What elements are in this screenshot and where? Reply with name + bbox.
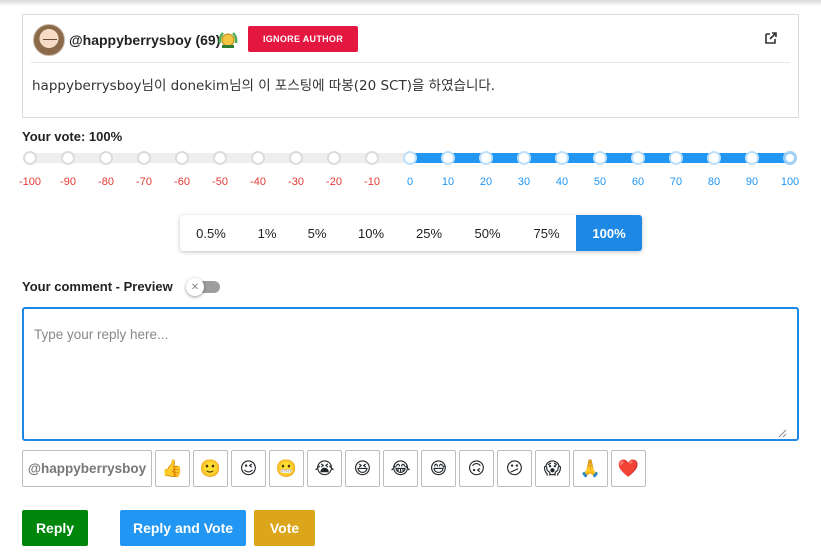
author-name[interactable]: @happyberrysboy [69,32,192,48]
grimace-emoji-icon[interactable]: 😬 [269,450,304,487]
post-card: @happyberrysboy (69) IGNORE AUTHOR happy… [22,14,799,118]
author-line[interactable]: @happyberrysboy (69) [69,32,220,48]
mention-author-button[interactable]: @happyberrysboy [22,450,152,487]
slider-step-dot[interactable] [593,151,607,165]
percent-option-button[interactable]: 75% [517,215,576,251]
slider-step-dot[interactable] [669,151,683,165]
slider-step-dot[interactable] [707,151,721,165]
slider-step-dot[interactable] [137,151,151,165]
slider-tick-label: -80 [98,176,114,188]
slider-tick-label: 50 [593,176,607,188]
laurel-badge-icon [218,32,238,48]
heart-emoji-icon[interactable]: ❤️ [611,450,646,487]
slider-step-dot[interactable] [365,151,379,165]
slider-tick-label: 100 [780,176,800,188]
slider-tick-label: -50 [212,176,228,188]
sweat-smile-emoji-icon[interactable]: 😅 [421,450,456,487]
percent-option-button[interactable]: 0.5% [180,215,242,251]
reply-and-vote-button[interactable]: Reply and Vote [120,510,246,546]
slider-tick-label: -100 [18,176,42,188]
slider-tick-label: 30 [517,176,531,188]
slider-tick-label: 10 [441,176,455,188]
slider-tick-label: 0 [406,176,414,188]
emoji-bar: @happyberrysboy 👍 🙂 😉 😬 😭 😆 😂 😅 🙃 😕 😱 🙏 ❤️ [22,450,646,487]
pray-emoji-icon[interactable]: 🙏 [573,450,608,487]
vote-label: Your vote: 100% [22,129,123,144]
joy-emoji-icon[interactable]: 😂 [383,450,418,487]
slider-tick-label: 40 [555,176,569,188]
slider-tick-label: 80 [707,176,721,188]
slider-step-dot[interactable] [517,151,531,165]
external-link-icon[interactable] [764,31,778,45]
reply-textarea[interactable] [22,307,799,441]
post-body: happyberrysboy님이 donekim님의 이 포스팅에 따봉(20 … [32,78,496,94]
confused-emoji-icon[interactable]: 😕 [497,450,532,487]
slider-step-dot[interactable] [403,151,417,165]
slider-tick-label: -40 [250,176,266,188]
wink-emoji-icon[interactable]: 😉 [231,450,266,487]
slider-tick-label: -10 [364,176,380,188]
percent-button-group: 0.5% 1% 5% 10% 25% 50% 75% 100% [180,215,642,251]
thumbs-up-emoji-icon[interactable]: 👍 [155,450,190,487]
slider-step-dot[interactable] [479,151,493,165]
slider-tick-label: 90 [745,176,759,188]
slider-tick-label: -90 [60,176,76,188]
vote-button[interactable]: Vote [254,510,315,546]
slider-step-dot[interactable] [631,151,645,165]
slider-ticks: -100 -90 -80 -70 -60 -50 -40 -30 -20 -10 0 10 20 30 40… [18,176,800,190]
slider-step-dot[interactable] [99,151,113,165]
ignore-author-button[interactable]: IGNORE AUTHOR [248,26,358,52]
reply-button[interactable]: Reply [22,510,88,546]
slider-step-dot[interactable] [175,151,189,165]
post-header: @happyberrysboy (69) IGNORE AUTHOR [31,23,790,63]
preview-toggle[interactable]: ✕ [186,278,220,296]
slider-tick-label: 70 [669,176,683,188]
slider-tick-label: -60 [174,176,190,188]
slider-tick-label: -20 [326,176,342,188]
percent-option-button[interactable]: 1% [242,215,292,251]
percent-option-button[interactable]: 10% [342,215,400,251]
toggle-knob: ✕ [186,278,204,296]
slider-step-dot[interactable] [23,151,37,165]
slider-tick-label: -70 [136,176,152,188]
percent-option-button[interactable]: 25% [400,215,458,251]
slight-smile-emoji-icon[interactable]: 🙂 [193,450,228,487]
vote-slider[interactable] [22,148,800,168]
user-avatar[interactable] [33,24,65,56]
slider-step-dot[interactable] [555,151,569,165]
upside-down-emoji-icon[interactable]: 🙃 [459,450,494,487]
slider-step-dot[interactable] [289,151,303,165]
slider-step-dot[interactable] [327,151,341,165]
squint-laugh-emoji-icon[interactable]: 😆 [345,450,380,487]
percent-option-button[interactable]: 100% [576,215,642,251]
top-shadow [0,0,821,6]
percent-option-button[interactable]: 5% [292,215,342,251]
slider-tick-label: 60 [631,176,645,188]
slider-tick-label: 20 [479,176,493,188]
percent-option-button[interactable]: 50% [458,215,517,251]
crying-emoji-icon[interactable]: 😭 [307,450,342,487]
scream-emoji-icon[interactable]: 😱 [535,450,570,487]
slider-step-dot[interactable] [441,151,455,165]
slider-thumb[interactable] [783,151,797,165]
slider-step-dot[interactable] [213,151,227,165]
slider-step-dot[interactable] [745,151,759,165]
slider-tick-label: -30 [288,176,304,188]
resize-grip-icon[interactable] [777,428,787,438]
slider-step-dot[interactable] [61,151,75,165]
slider-step-dot[interactable] [251,151,265,165]
comment-label: Your comment - Preview [22,279,173,294]
